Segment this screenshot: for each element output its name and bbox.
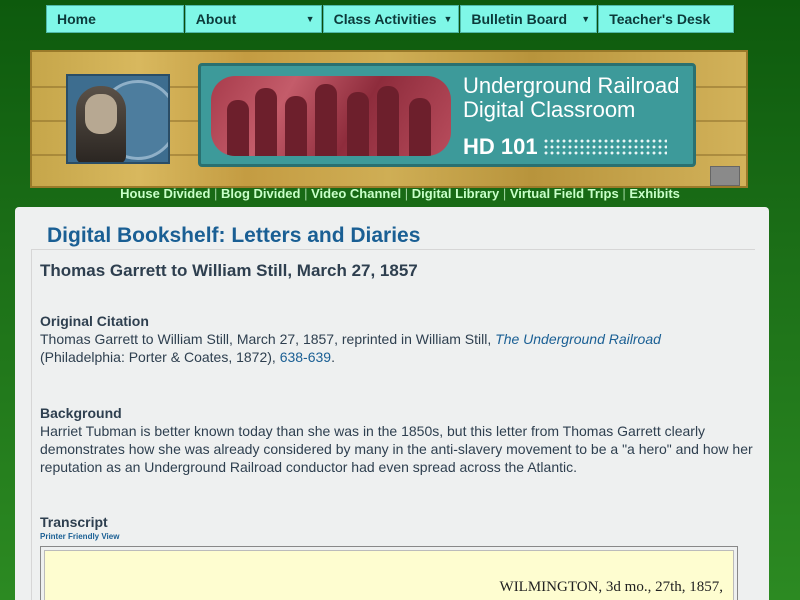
transcript-heading: Transcript [40,514,108,530]
subnav-exhibits[interactable]: Exhibits [629,186,680,201]
subnav-digital-library[interactable]: Digital Library [412,186,499,201]
nav-about-label: About [195,11,237,27]
nav-teachers-desk[interactable]: Teacher's Desk [598,5,734,33]
page-title: Digital Bookshelf: Letters and Diaries [47,224,421,247]
background-text: Harriet Tubman is better known today tha… [40,423,753,475]
transcript-box: WILMINGTON, 3d mo., 27th, 1857, [40,546,738,600]
caret-down-icon: ▼ [443,14,453,24]
course-code: HD 101 [463,134,538,159]
caret-down-icon: ▼ [305,14,315,24]
subnav-separator: | [404,186,412,201]
letter-title: Thomas Garrett to William Still, March 2… [40,261,418,280]
citation-text: Thomas Garrett to William Still, March 2… [40,330,762,366]
sub-nav: House Divided | Blog Divided | Video Cha… [0,186,800,201]
banner-title-line1: Underground Railroad [463,73,680,98]
subnav-virtual-field-trips[interactable]: Virtual Field Trips [510,186,619,201]
citation-heading: Original Citation [40,313,149,329]
nav-class-activities[interactable]: Class Activities ▼ [322,5,460,33]
transcript-panel: WILMINGTON, 3d mo., 27th, 1857, [44,550,734,600]
lincoln-portrait [66,74,170,164]
printer-friendly-link[interactable]: Printer Friendly View [40,532,119,541]
citation-text-part1: Thomas Garrett to William Still, March 2… [40,331,496,347]
nav-home-label: Home [57,11,96,27]
historical-scene-image [211,76,451,156]
site-banner: Underground Railroad Digital Classroom H… [30,50,748,188]
caret-down-icon: ▼ [581,14,591,24]
banner-bracket [710,166,740,186]
citation-pages-link[interactable]: 638-639 [280,349,331,365]
citation-end: . [331,349,335,365]
banner-title: Underground Railroad Digital Classroom [463,74,679,122]
nav-bulletin-board-label: Bulletin Board [471,11,568,27]
content-panel: Digital Bookshelf: Letters and Diaries T… [15,207,769,600]
nav-teachers-desk-label: Teacher's Desk [609,11,711,27]
citation-book-link[interactable]: The Underground Railroad [495,331,661,347]
subnav-separator: | [502,186,510,201]
subnav-house-divided[interactable]: House Divided [120,186,210,201]
top-nav: Home About ▼ Class Activities ▼ Bulletin… [46,5,735,33]
citation-text-part2: (Philadelphia: Porter & Coates, 1872), [40,349,280,365]
nav-bulletin-board[interactable]: Bulletin Board ▼ [460,5,598,33]
transcript-first-line: WILMINGTON, 3d mo., 27th, 1857, [499,579,723,595]
banner-title-line2: Digital Classroom [463,97,636,122]
title-plaque: Underground Railroad Digital Classroom H… [198,63,696,167]
braille-decoration [543,138,667,156]
nav-about[interactable]: About ▼ [184,5,322,33]
background-heading: Background [40,405,122,421]
subnav-blog-divided[interactable]: Blog Divided [221,186,300,201]
nav-class-activities-label: Class Activities [333,11,437,27]
subnav-video-channel[interactable]: Video Channel [311,186,401,201]
portrait-face [85,94,117,134]
nav-home[interactable]: Home [46,5,184,33]
subnav-separator: | [214,186,222,201]
article: Thomas Garrett to William Still, March 2… [31,249,755,600]
